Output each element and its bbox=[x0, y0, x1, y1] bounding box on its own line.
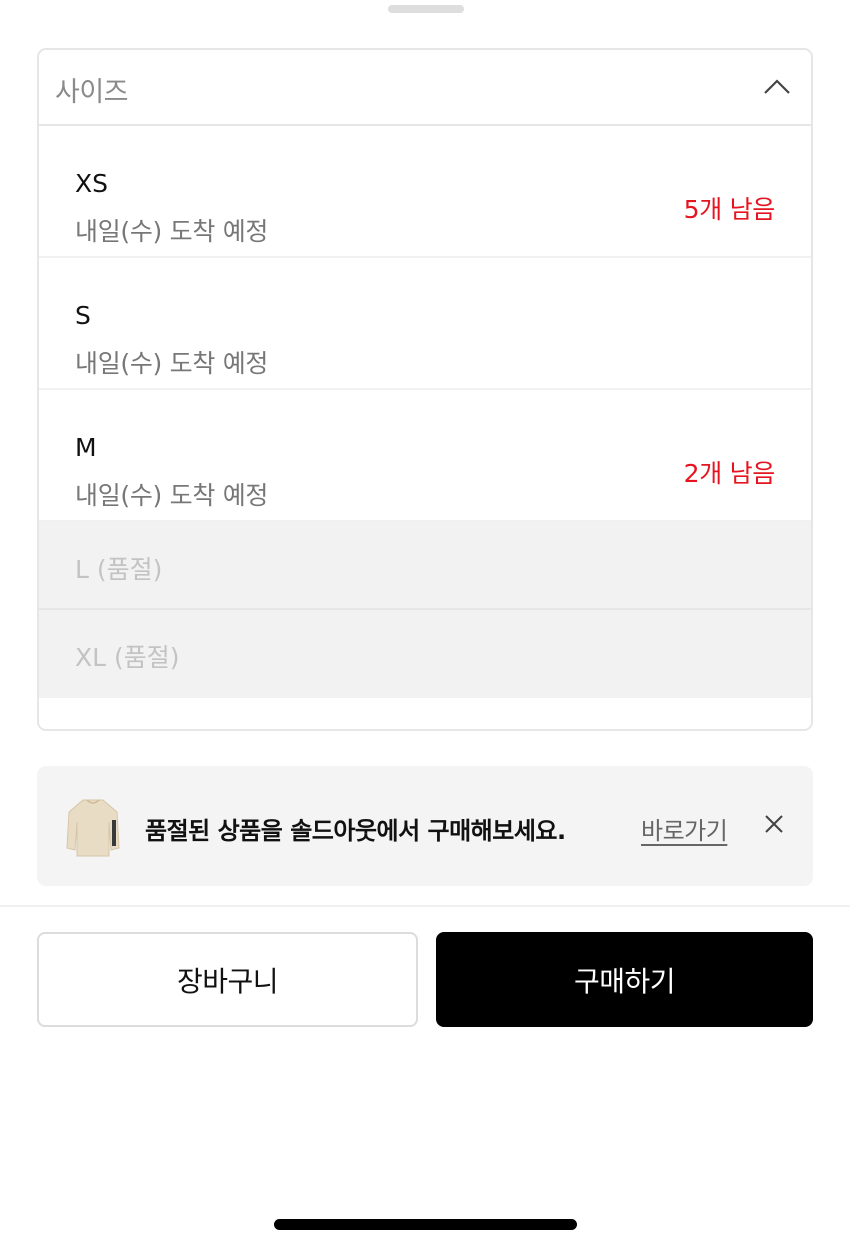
size-option-m[interactable]: M 내일(수) 도착 예정 2개 남음 bbox=[39, 390, 811, 522]
sheet-grabber[interactable] bbox=[388, 5, 464, 13]
sweater-thumbnail bbox=[66, 799, 120, 857]
size-select-header[interactable]: 사이즈 bbox=[39, 50, 811, 126]
banner-shortcut-link[interactable]: 바로가기 bbox=[641, 811, 728, 846]
soldout-option-label: XL (품절) bbox=[75, 643, 180, 672]
size-select-label: 사이즈 bbox=[55, 77, 129, 108]
soldout-promo-banner: 품절된 상품을 솔드아웃에서 구매해보세요. 바로가기 bbox=[37, 766, 813, 886]
size-select: 사이즈 XS 내일(수) 도착 예정 5개 남음 S 내일(수) 도착 예정 M… bbox=[37, 48, 813, 731]
close-icon[interactable] bbox=[763, 813, 785, 835]
size-option-label: M bbox=[75, 433, 97, 462]
size-option-label: XS bbox=[75, 169, 108, 198]
size-option-label: S bbox=[75, 301, 91, 330]
add-to-cart-button[interactable]: 장바구니 bbox=[37, 932, 418, 1027]
size-option-xs[interactable]: XS 내일(수) 도착 예정 5개 남음 bbox=[39, 126, 811, 258]
soldout-option-label: L (품절) bbox=[75, 555, 163, 584]
size-option-l-soldout: L (품절) bbox=[39, 522, 811, 610]
home-indicator bbox=[274, 1219, 577, 1230]
stock-remaining: 5개 남음 bbox=[683, 195, 776, 224]
divider bbox=[0, 905, 850, 907]
size-option-xl-soldout: XL (품절) bbox=[39, 610, 811, 698]
buy-button[interactable]: 구매하기 bbox=[436, 932, 813, 1027]
size-option-s[interactable]: S 내일(수) 도착 예정 bbox=[39, 258, 811, 390]
chevron-up-icon bbox=[764, 79, 790, 94]
delivery-eta: 내일(수) 도착 예정 bbox=[75, 349, 269, 378]
banner-message: 품절된 상품을 솔드아웃에서 구매해보세요. bbox=[145, 817, 566, 845]
stock-remaining: 2개 남음 bbox=[683, 459, 776, 488]
delivery-eta: 내일(수) 도착 예정 bbox=[75, 481, 269, 510]
delivery-eta: 내일(수) 도착 예정 bbox=[75, 217, 269, 246]
